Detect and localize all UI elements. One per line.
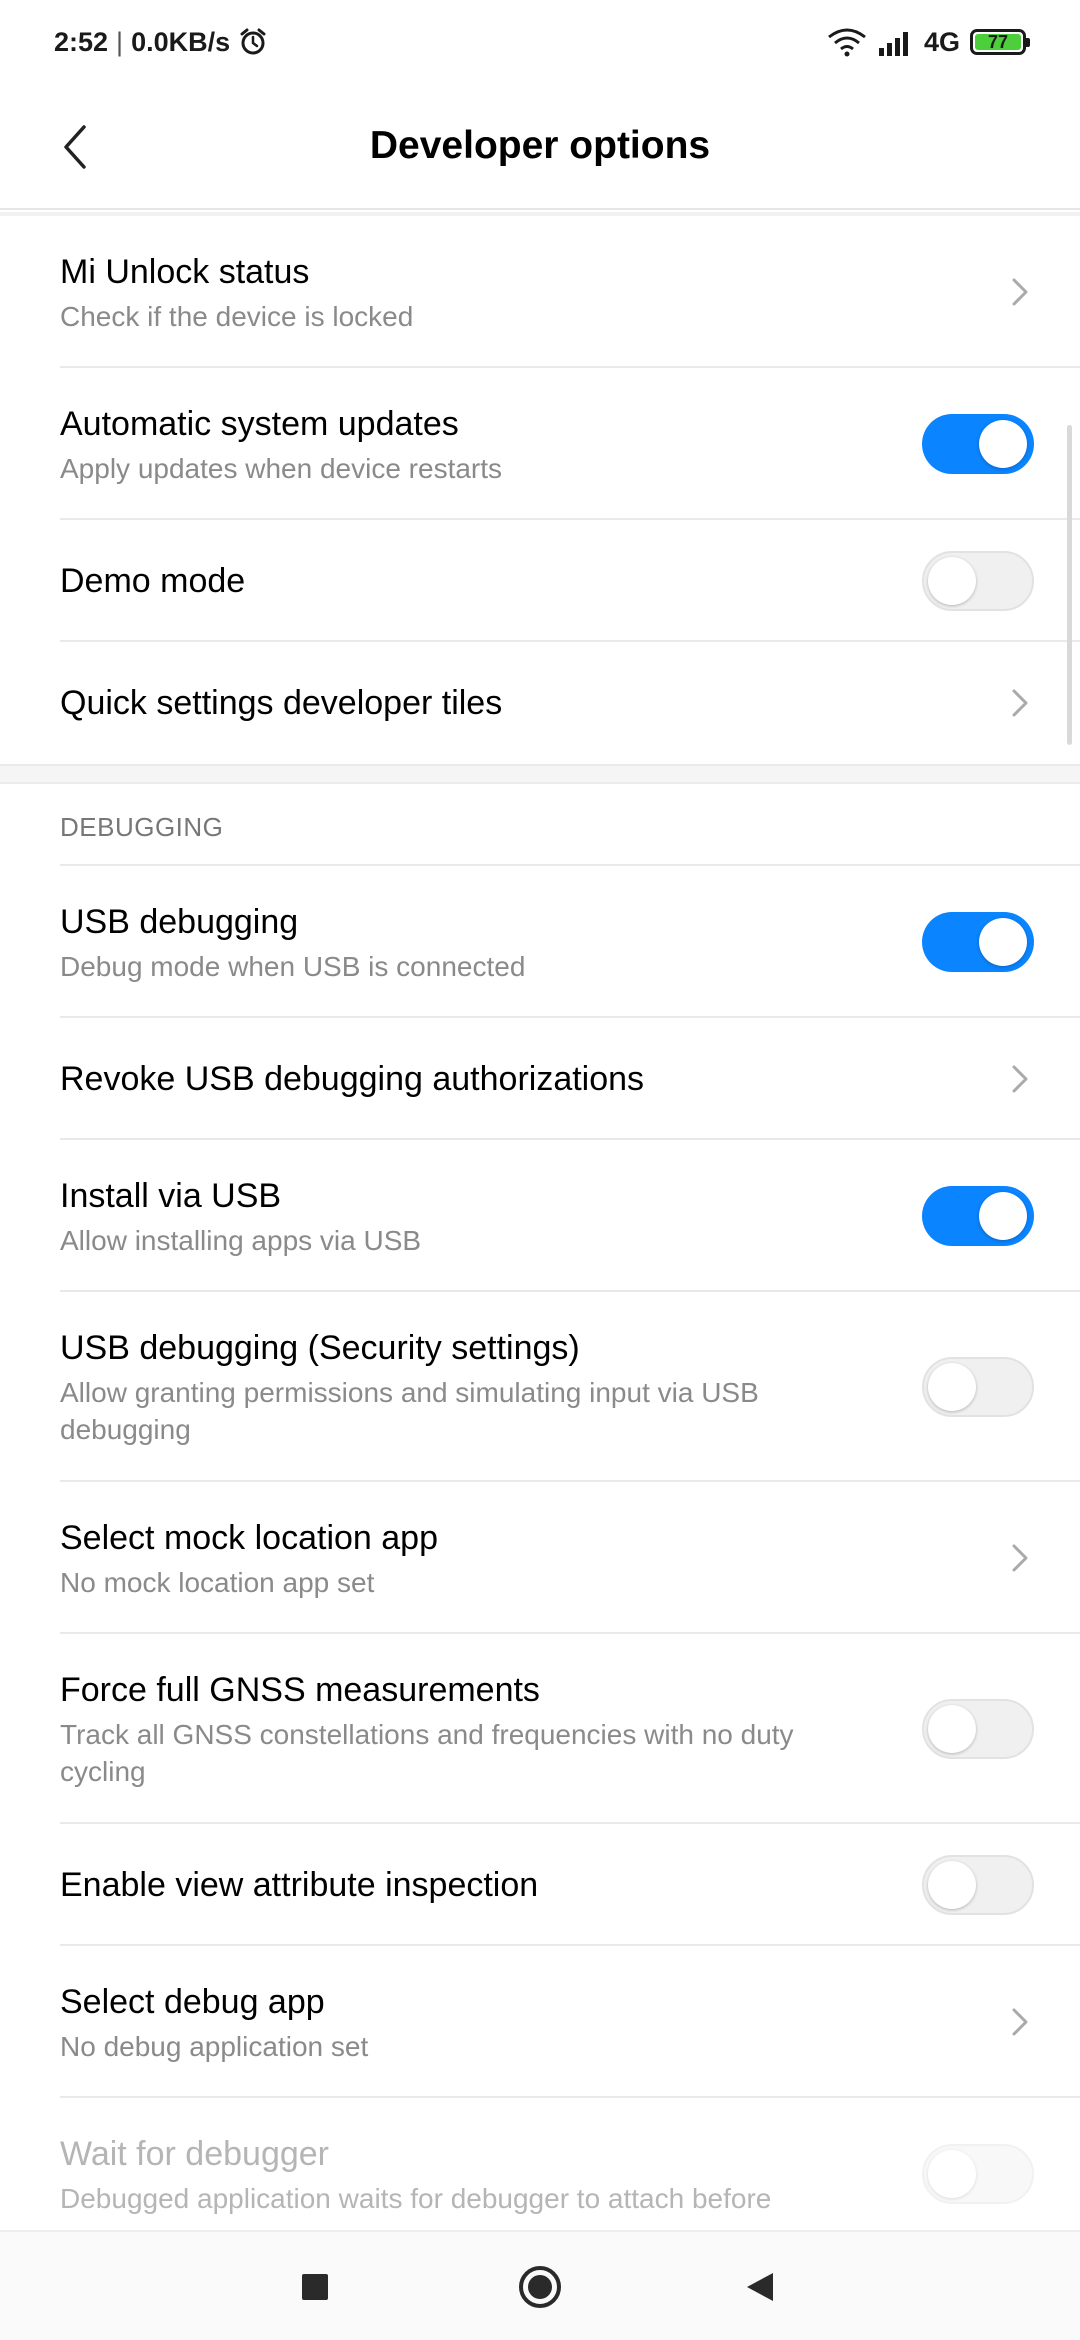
toggle-knob bbox=[979, 420, 1027, 468]
status-separator: | bbox=[116, 26, 124, 57]
setting-usb-debugging-security[interactable]: USB debugging (Security settings) Allow … bbox=[60, 1292, 1080, 1482]
setting-subtitle: Allow granting permissions and simulatin… bbox=[60, 1377, 759, 1445]
setting-title: Force full GNSS measurements bbox=[60, 1671, 540, 1709]
setting-title: Automatic system updates bbox=[60, 405, 459, 443]
toggle-knob bbox=[979, 1192, 1027, 1240]
setting-install-via-usb[interactable]: Install via USB Allow installing apps vi… bbox=[60, 1140, 1080, 1292]
toggle-switch[interactable] bbox=[922, 1186, 1034, 1246]
toggle-switch[interactable] bbox=[922, 1357, 1034, 1417]
toggle-switch[interactable] bbox=[922, 551, 1034, 611]
toggle-switch[interactable] bbox=[922, 912, 1034, 972]
chevron-right-icon bbox=[1012, 2008, 1028, 2036]
toggle-switch[interactable] bbox=[922, 1855, 1034, 1915]
status-speed: 0.0KB/s bbox=[131, 26, 231, 57]
recents-button[interactable] bbox=[285, 2257, 345, 2317]
navigation-bar bbox=[0, 2230, 1080, 2340]
setting-title: Revoke USB debugging authorizations bbox=[60, 1060, 645, 1098]
setting-title: Select debug app bbox=[60, 1983, 325, 2021]
circle-icon bbox=[519, 2266, 561, 2308]
toggle-knob bbox=[928, 557, 976, 605]
app-header: Developer options bbox=[0, 84, 1080, 210]
toggle-knob bbox=[928, 2150, 976, 2198]
setting-title: USB debugging bbox=[60, 903, 299, 941]
setting-title: Wait for debugger bbox=[60, 2135, 329, 2173]
toggle-switch[interactable] bbox=[922, 414, 1034, 474]
triangle-back-icon bbox=[747, 2273, 773, 2301]
setting-subtitle: No mock location app set bbox=[60, 1567, 375, 1598]
setting-title: USB debugging (Security settings) bbox=[60, 1329, 580, 1367]
toggle-switch bbox=[922, 2144, 1034, 2204]
toggle-knob bbox=[928, 1861, 976, 1909]
setting-mi-unlock-status[interactable]: Mi Unlock status Check if the device is … bbox=[60, 216, 1080, 368]
setting-subtitle: Apply updates when device restarts bbox=[60, 453, 503, 484]
toggle-switch[interactable] bbox=[922, 1699, 1034, 1759]
setting-revoke-usb-debugging[interactable]: Revoke USB debugging authorizations bbox=[60, 1018, 1080, 1140]
chevron-right-icon bbox=[1012, 1065, 1028, 1093]
setting-subtitle: Debug mode when USB is connected bbox=[60, 951, 526, 982]
setting-title: Install via USB bbox=[60, 1177, 282, 1215]
nav-back-button[interactable] bbox=[730, 2257, 790, 2317]
chevron-right-icon bbox=[1012, 278, 1028, 306]
section-header-debugging: DEBUGGING bbox=[60, 812, 224, 842]
toggle-knob bbox=[928, 1363, 976, 1411]
setting-automatic-system-updates[interactable]: Automatic system updates Apply updates w… bbox=[60, 368, 1080, 520]
battery-level: 77 bbox=[975, 32, 1021, 52]
back-button[interactable] bbox=[48, 120, 102, 174]
setting-title: Quick settings developer tiles bbox=[60, 684, 503, 722]
chevron-right-icon bbox=[1012, 1544, 1028, 1572]
page-title: Developer options bbox=[369, 124, 711, 167]
setting-subtitle: Check if the device is locked bbox=[60, 301, 414, 332]
setting-select-debug-app[interactable]: Select debug app No debug application se… bbox=[60, 1946, 1080, 2098]
setting-title: Mi Unlock status bbox=[60, 253, 310, 291]
wifi-icon bbox=[828, 28, 866, 57]
setting-title: Select mock location app bbox=[60, 1519, 438, 1557]
network-type: 4G bbox=[923, 26, 960, 57]
setting-subtitle: Track all GNSS constellations and freque… bbox=[60, 1719, 794, 1787]
setting-usb-debugging[interactable]: USB debugging Debug mode when USB is con… bbox=[60, 866, 1080, 1018]
toggle-knob bbox=[928, 1705, 976, 1753]
scrollbar[interactable] bbox=[1067, 425, 1072, 745]
setting-quick-settings-developer-tiles[interactable]: Quick settings developer tiles bbox=[60, 642, 1080, 764]
toggle-knob bbox=[979, 918, 1027, 966]
setting-select-mock-location-app[interactable]: Select mock location app No mock locatio… bbox=[60, 1482, 1080, 1634]
setting-title: Demo mode bbox=[60, 562, 246, 600]
setting-wait-for-debugger: Wait for debugger Debugged application w… bbox=[60, 2098, 1080, 2230]
setting-enable-view-attribute-inspection[interactable]: Enable view attribute inspection bbox=[60, 1824, 1080, 1946]
status-time: 2:52 bbox=[54, 26, 109, 57]
alarm-icon bbox=[240, 28, 266, 55]
chevron-right-icon bbox=[1012, 689, 1028, 717]
setting-title: Enable view attribute inspection bbox=[60, 1866, 539, 1904]
back-arrow-icon bbox=[64, 125, 86, 169]
status-bar: 2:52 | 0.0KB/s 4G 77 bbox=[0, 0, 1080, 84]
settings-list[interactable]: Mi Unlock status Check if the device is … bbox=[0, 212, 1080, 2230]
section-divider bbox=[0, 764, 1080, 784]
setting-subtitle: Debugged application waits for debugger … bbox=[60, 2183, 772, 2214]
setting-subtitle: Allow installing apps via USB bbox=[60, 1225, 422, 1256]
square-icon bbox=[302, 2274, 328, 2300]
setting-force-full-gnss[interactable]: Force full GNSS measurements Track all G… bbox=[60, 1634, 1080, 1824]
home-button[interactable] bbox=[510, 2257, 570, 2317]
setting-subtitle: No debug application set bbox=[60, 2031, 369, 2062]
setting-demo-mode[interactable]: Demo mode bbox=[60, 520, 1080, 642]
battery-icon: 77 bbox=[970, 29, 1030, 55]
signal-icon bbox=[878, 32, 908, 56]
